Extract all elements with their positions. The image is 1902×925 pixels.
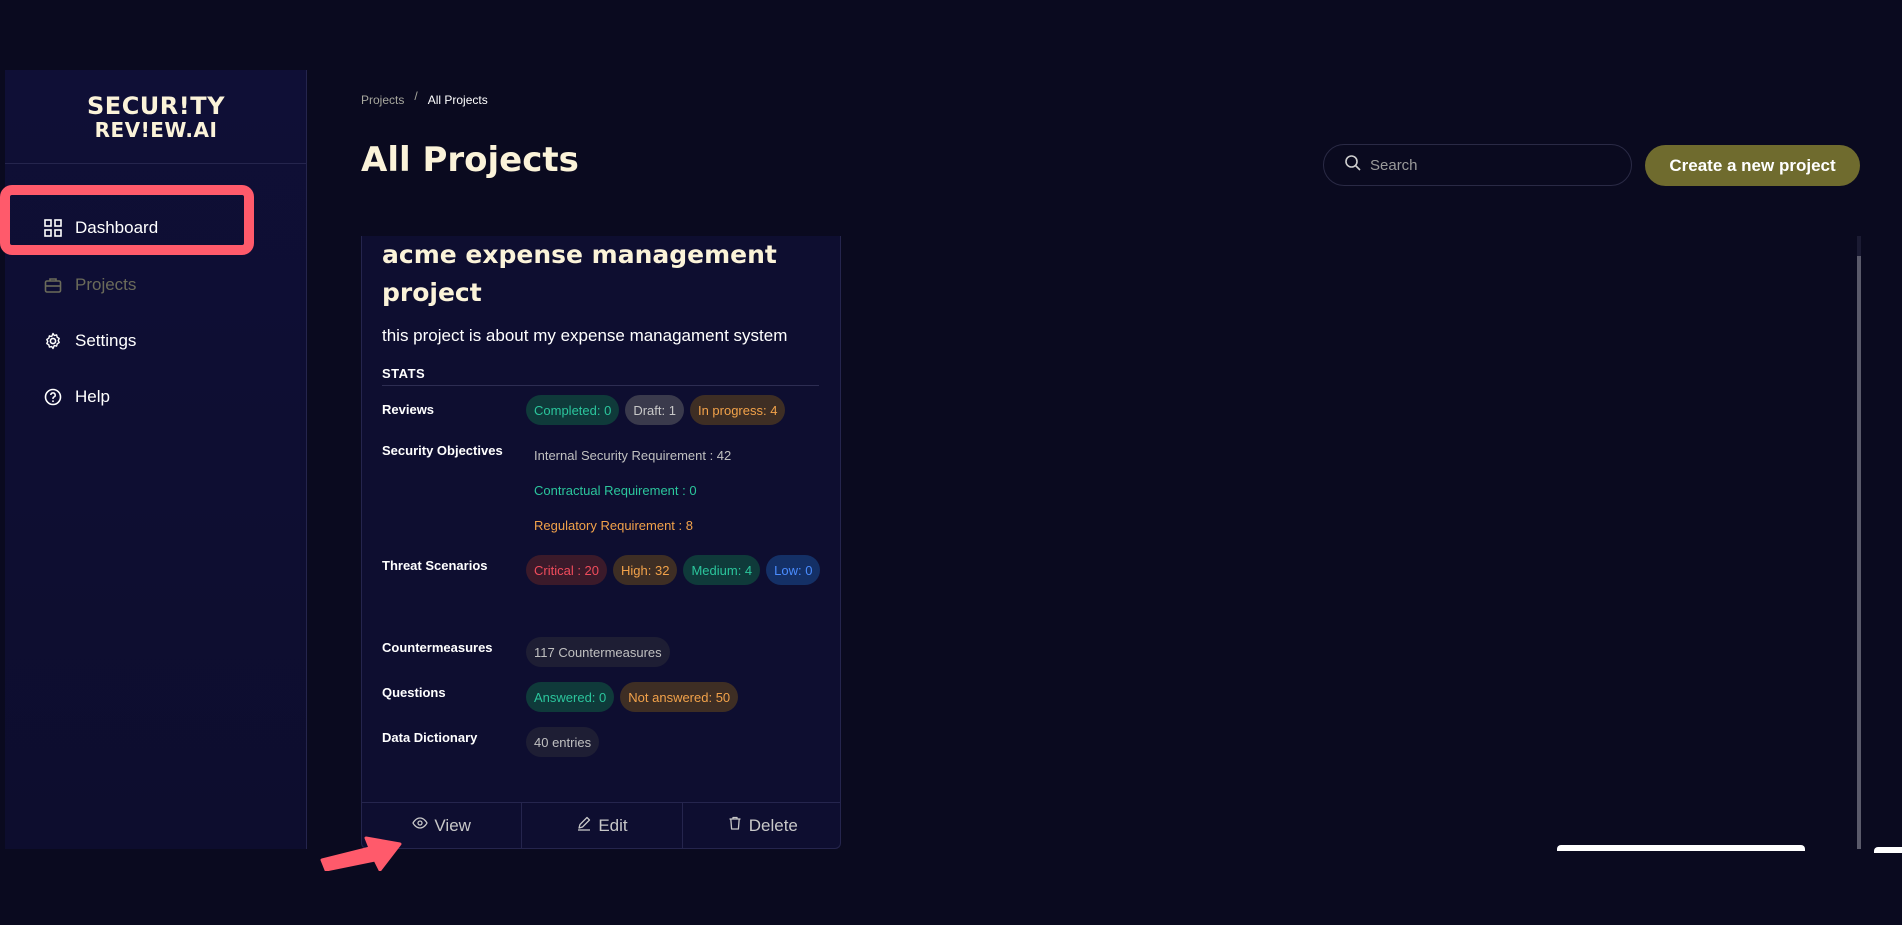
projects-highlight-box	[0, 185, 254, 255]
threat-high-badge: High: 32	[613, 555, 678, 585]
logo[interactable]: SECUR!TY REV!EW.AI	[5, 70, 307, 164]
threat-scenarios-label: Threat Scenarios	[382, 558, 488, 573]
card-actions: View Edit Delete	[362, 802, 840, 848]
project-title[interactable]: acme expense management project	[382, 236, 822, 312]
sidebar-item-projects[interactable]: Projects	[43, 275, 136, 295]
logo-line-1: SECUR!TY	[87, 91, 225, 120]
sidebar-item-label: Help	[75, 387, 110, 406]
stats-heading: STATS	[382, 366, 426, 381]
trash-icon	[727, 815, 743, 836]
questions-answered-badge: Answered: 0	[526, 682, 615, 712]
edit-button[interactable]: Edit	[522, 803, 683, 848]
pointer-arrow-annotation	[318, 826, 408, 876]
data-dictionary-entries-badge: 40 entries	[526, 727, 600, 757]
delete-button[interactable]: Delete	[683, 803, 840, 848]
sidebar-item-settings[interactable]: Settings	[43, 331, 136, 351]
countermeasures-count-badge: 117 Countermeasures	[526, 637, 670, 667]
logo-line-2: REV!EW.AI	[94, 117, 218, 142]
regulatory-requirement-badge: Regulatory Requirement : 8	[534, 517, 693, 533]
questions-not-answered-badge: Not answered: 50	[620, 682, 739, 712]
sidebar-item-label: Projects	[75, 275, 137, 294]
floating-widget-edge-right	[1874, 847, 1902, 853]
page-title: All Projects	[361, 140, 579, 180]
threat-scenarios-badges: Critical : 20 High: 32 Medium: 4 Low: 0	[526, 555, 826, 585]
security-objectives-badges: Internal Security Requirement : 42 Contr…	[526, 440, 826, 540]
security-objectives-label: Security Objectives	[382, 443, 503, 458]
data-dictionary-badges: 40 entries	[526, 727, 826, 757]
search-icon	[1344, 154, 1362, 177]
breadcrumb-current: All Projects	[427, 93, 488, 107]
project-description: this project is about my expense managam…	[382, 326, 788, 345]
threat-low-badge: Low: 0	[766, 555, 821, 585]
reviews-label: Reviews	[382, 402, 435, 417]
reviews-completed-badge: Completed: 0	[526, 395, 620, 425]
view-label: View	[434, 815, 471, 835]
contractual-requirement-badge: Contractual Requirement : 0	[534, 482, 697, 498]
questions-label: Questions	[382, 685, 446, 700]
countermeasures-badges: 117 Countermeasures	[526, 637, 826, 667]
floating-widget-edge	[1557, 845, 1805, 851]
breadcrumb-projects-link[interactable]: Projects	[361, 93, 404, 107]
reviews-draft-badge: Draft: 1	[625, 395, 684, 425]
sidebar-item-label: Settings	[75, 331, 137, 350]
search-input[interactable]	[1370, 156, 1610, 174]
internal-requirement-badge: Internal Security Requirement : 42	[534, 447, 732, 463]
reviews-badges: Completed: 0 Draft: 1 In progress: 4	[526, 395, 826, 425]
search-box[interactable]	[1323, 144, 1632, 186]
breadcrumb-separator: /	[414, 89, 418, 103]
questions-badges: Answered: 0 Not answered: 50	[526, 682, 826, 712]
eye-icon	[412, 815, 429, 836]
pencil-icon	[576, 815, 592, 836]
edit-label: Edit	[598, 815, 628, 835]
help-icon	[43, 387, 63, 407]
data-dictionary-label: Data Dictionary	[382, 730, 478, 745]
gear-icon	[43, 331, 63, 351]
scrollbar-thumb[interactable]	[1857, 256, 1861, 849]
threat-medium-badge: Medium: 4	[683, 555, 761, 585]
delete-label: Delete	[748, 815, 798, 835]
breadcrumb: Projects / All Projects	[361, 89, 488, 107]
threat-critical-badge: Critical : 20	[526, 555, 608, 585]
countermeasures-label: Countermeasures	[382, 640, 493, 655]
sidebar-item-help[interactable]: Help	[43, 387, 110, 407]
project-card: acme expense management project this pro…	[361, 236, 841, 849]
stats-divider	[382, 385, 819, 386]
create-project-button[interactable]: Create a new project	[1645, 145, 1860, 186]
briefcase-icon	[43, 275, 63, 295]
reviews-in-progress-badge: In progress: 4	[689, 395, 786, 425]
